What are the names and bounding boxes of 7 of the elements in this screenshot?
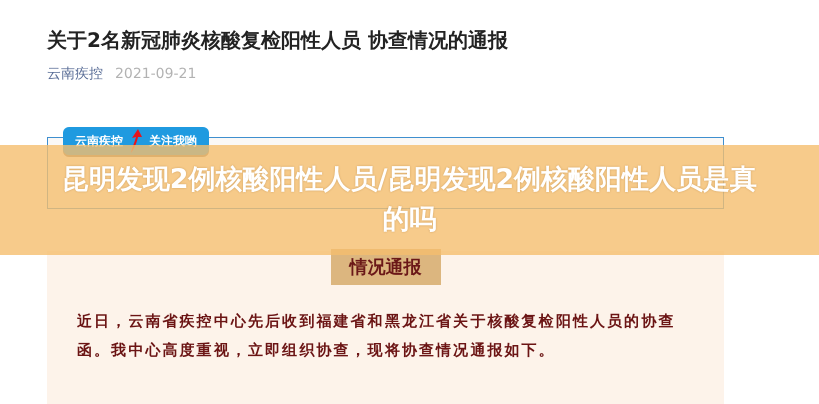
- source-link[interactable]: 云南疾控: [47, 64, 103, 84]
- article-title: 关于2名新冠肺炎核酸复检阳性人员 协查情况的通报: [47, 27, 509, 54]
- publish-date: 2021-09-21: [115, 65, 196, 84]
- banner-title: 昆明发现2例核酸阳性人员/昆明发现2例核酸阳性人员是真的吗: [60, 163, 758, 237]
- notice-paragraph: 近日，云南省疾控中心先后收到福建省和黑龙江省关于核酸复检阳性人员的协查函。我中心高度重视，立即组织协查，现将协查情况通报如下。: [77, 311, 676, 361]
- follow-text: 关注我哟: [149, 132, 197, 150]
- account-name: 云南疾控: [75, 132, 123, 150]
